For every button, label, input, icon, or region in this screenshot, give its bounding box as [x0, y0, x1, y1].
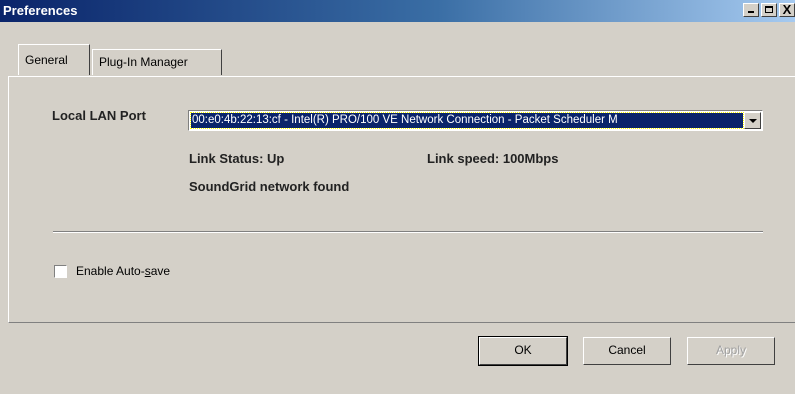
- lan-port-select[interactable]: 00:e0:4b:22:13:cf - Intel(R) PRO/100 VE …: [188, 110, 763, 131]
- minimize-icon: [748, 11, 754, 13]
- maximize-button[interactable]: [761, 3, 777, 17]
- lan-port-selected-value: 00:e0:4b:22:13:cf - Intel(R) PRO/100 VE …: [190, 112, 744, 129]
- close-button[interactable]: X: [779, 2, 795, 17]
- title-bar[interactable]: Preferences X: [0, 0, 795, 22]
- window-controls: X: [741, 2, 795, 19]
- maximize-icon: [765, 6, 773, 13]
- separator: [53, 231, 763, 233]
- ok-button[interactable]: OK: [478, 336, 568, 366]
- autosave-label-suffix: ave: [150, 264, 171, 278]
- tab-general[interactable]: General: [18, 44, 90, 75]
- window-title: Preferences: [3, 3, 78, 18]
- lan-port-dropdown-button[interactable]: [744, 112, 761, 129]
- cancel-button[interactable]: Cancel: [583, 337, 671, 365]
- link-speed-text: Link speed: 100Mbps: [427, 151, 559, 166]
- enable-autosave-checkbox[interactable]: [54, 265, 67, 278]
- local-lan-port-label: Local LAN Port: [52, 108, 146, 123]
- link-status-text: Link Status: Up: [189, 151, 285, 166]
- apply-button[interactable]: Apply: [687, 337, 775, 365]
- enable-autosave-label[interactable]: Enable Auto-save: [76, 264, 170, 278]
- autosave-label-prefix: Enable Auto-: [76, 264, 145, 278]
- close-icon: X: [782, 2, 792, 17]
- minimize-button[interactable]: [743, 3, 759, 17]
- tab-plug-in-manager[interactable]: Plug-In Manager: [92, 49, 222, 75]
- network-status-text: SoundGrid network found: [189, 179, 350, 194]
- chevron-down-icon: [749, 119, 757, 123]
